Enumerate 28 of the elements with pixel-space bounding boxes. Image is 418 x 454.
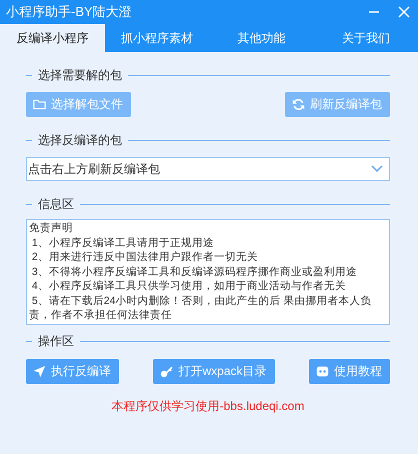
- info-line: 4、小程序反编译工具只供学习使用，如用于商业活动与作者无关: [30, 279, 347, 294]
- refresh-icon: [292, 98, 305, 111]
- section-title: 选择需要解的包: [38, 66, 122, 84]
- section-title: 信息区: [38, 196, 74, 212]
- footer-note: 本程序仅供学习使用-bbs.ludeqi.com: [110, 398, 306, 414]
- info-line: 1、小程序反编译工具请用于正规用途: [30, 236, 215, 250]
- package-dropdown[interactable]: 点击右上方刷新反编译包: [26, 157, 390, 181]
- tab[interactable]: 抓小程序素材: [104, 24, 209, 52]
- folder-icon: [33, 98, 46, 111]
- info-line: 2、用来进行违反中国法律用户跟作者一切无关: [30, 250, 259, 264]
- section-title: 操作区: [38, 333, 74, 350]
- info-line: 免责声明: [29, 221, 74, 236]
- action-button[interactable]: 执行反编译: [26, 358, 119, 384]
- tab[interactable]: 其他功能: [209, 24, 314, 52]
- key-icon: [160, 364, 174, 378]
- arrow-icon: [33, 364, 46, 378]
- info-text-area[interactable]: 免责声明 1、小程序反编译工具请用于正规用途 2、用来进行违反中国法律用户跟作者一切无关 3、不得将小程序反编译工具和反编译源码程序挪作商业或盈利用途 4、小程序反编译工具只供学习使用，如用于商业活动与作者无关 5、请在下载后24小时内删除！否则，由此产生的后 果由挪用者本人负责，作者不承担任何法律责任: [26, 219, 390, 324]
- chevron-down-icon: [371, 165, 383, 173]
- window-title: 小程序助手-BY陆大澄: [6, 3, 133, 21]
- info-line: 5、请在下载后24小时内删除！否则，由此产生的后 果由挪用者本人负责，作者不承担任何法律责任: [29, 294, 372, 322]
- chat-icon: [316, 364, 329, 378]
- section-title: 选择反编译的包: [38, 132, 122, 148]
- action-button[interactable]: 使用教程: [308, 358, 390, 384]
- info-line: 3、不得将小程序反编译工具和反编译源码程序挪作商业或盈利用途: [30, 264, 358, 279]
- close-icon[interactable]: [396, 4, 412, 20]
- tab[interactable]: 关于我们: [314, 24, 418, 52]
- action-button[interactable]: 打开wxpack目录: [153, 358, 274, 384]
- tab[interactable]: 反编译小程序: [0, 24, 104, 52]
